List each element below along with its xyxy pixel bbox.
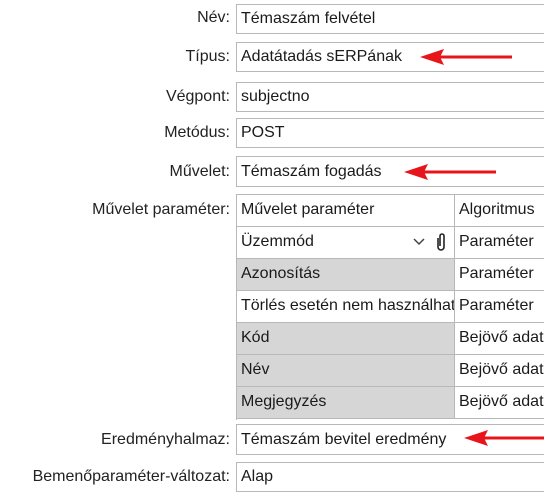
- grid-cell-algo[interactable]: Bejövő adat: [455, 323, 544, 355]
- grid-cell-algo[interactable]: Paraméter: [455, 259, 544, 291]
- nev-label: Név:: [197, 9, 230, 26]
- metodus-field[interactable]: POST: [236, 118, 544, 148]
- grid-cell-algo[interactable]: Bejövő adat: [455, 387, 544, 419]
- red-arrow-icon: [404, 164, 496, 180]
- row-muvelet: Művelet: Témaszám fogadás: [0, 154, 544, 188]
- row-bemeno: Bemenőparaméter-változat: Alap: [0, 460, 544, 492]
- grid-cell-param: Üzemmód: [241, 233, 314, 250]
- chevron-down-icon[interactable]: [413, 227, 425, 258]
- nev-field[interactable]: Témaszám felvétel: [236, 4, 544, 34]
- grid-cell-algo[interactable]: Paraméter: [455, 227, 544, 259]
- row-eredmenyhalmaz: Eredményhalmaz: Témaszám bevitel eredmén…: [0, 422, 544, 456]
- grid-cell-param[interactable]: Törlés esetén nem használható: [237, 291, 455, 323]
- grid-cell-param[interactable]: Név: [237, 355, 455, 387]
- row-nev: Név: Témaszám felvétel: [0, 2, 544, 34]
- bemeno-label: Bemenőparaméter-változat:: [32, 468, 230, 485]
- grid-cell-algo[interactable]: Paraméter: [455, 291, 544, 323]
- row-tipus: Típus: Adatátadás sERPának: [0, 40, 544, 72]
- vegpont-label: Végpont:: [165, 88, 230, 105]
- muvelet-label: Művelet:: [169, 163, 230, 180]
- metodus-label: Metódus:: [164, 124, 230, 141]
- bemeno-field[interactable]: Alap: [236, 462, 544, 492]
- grid-cell-param[interactable]: Megjegyzés: [237, 387, 455, 419]
- grid-cell-algo[interactable]: Bejövő adat: [455, 355, 544, 387]
- grid-cell-param[interactable]: Kód: [237, 323, 455, 355]
- eredmenyhalmaz-label: Eredményhalmaz:: [101, 431, 230, 448]
- paperclip-icon[interactable]: [435, 232, 447, 258]
- row-vegpont: Végpont: subjectno: [0, 80, 544, 112]
- red-arrow-icon: [420, 49, 512, 65]
- grid-header-param[interactable]: Művelet paraméter: [237, 195, 455, 227]
- grid-header-algo[interactable]: Algoritmus: [455, 195, 544, 227]
- red-arrow-icon: [464, 430, 544, 446]
- vegpont-field[interactable]: subjectno: [236, 82, 544, 112]
- grid-cell-param[interactable]: Azonosítás: [237, 259, 455, 291]
- parameter-grid: Művelet paraméter Algoritmus Üzemmód Par…: [236, 194, 544, 420]
- grid-cell-param-dropdown[interactable]: Üzemmód: [237, 227, 455, 259]
- muvelet-parameter-label: Művelet paraméter:: [92, 201, 230, 218]
- tipus-label: Típus:: [185, 48, 230, 65]
- row-metodus: Metódus: POST: [0, 116, 544, 148]
